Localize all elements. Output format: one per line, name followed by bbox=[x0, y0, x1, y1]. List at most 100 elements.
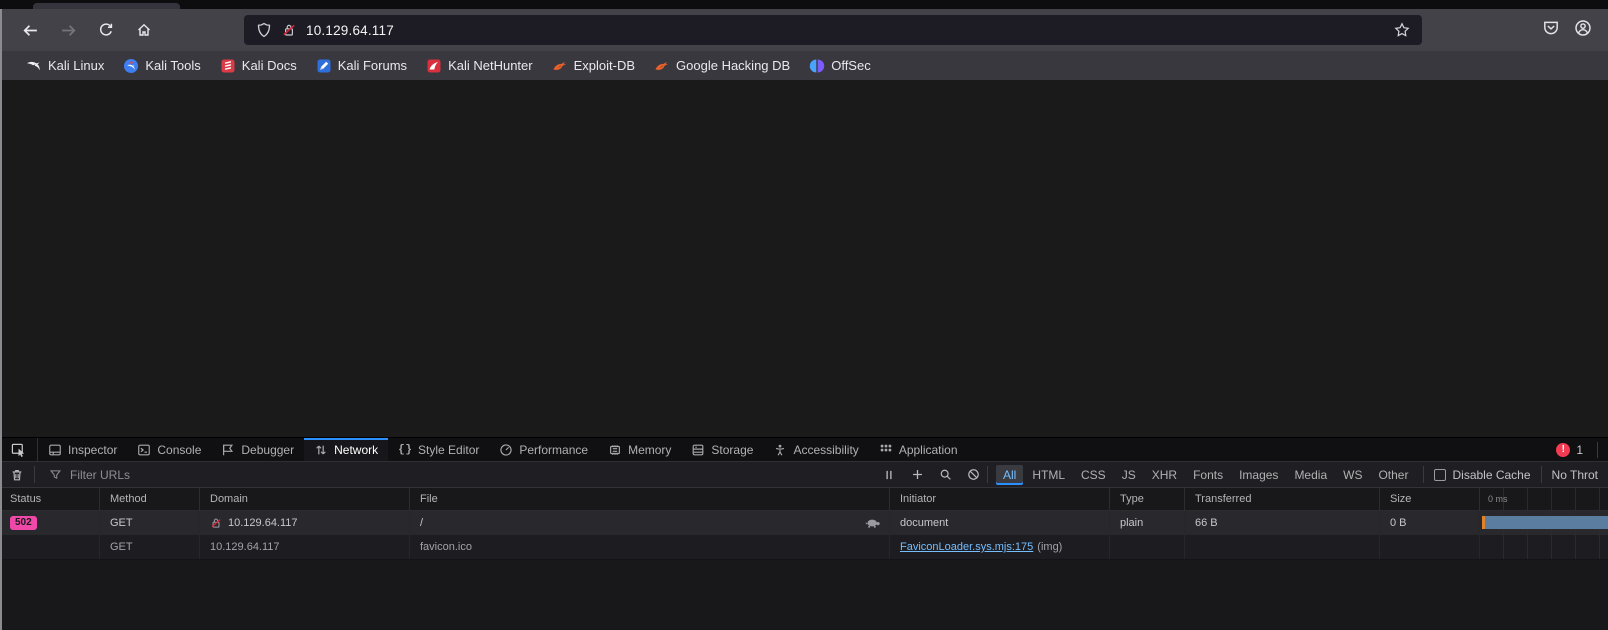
bookmark-label: Exploit-DB bbox=[574, 58, 635, 73]
new-request-button[interactable] bbox=[903, 468, 931, 481]
devtools-tab-inspector[interactable]: Inspector bbox=[38, 438, 127, 461]
tab-strip bbox=[0, 0, 1608, 9]
insecure-lock-icon[interactable] bbox=[281, 22, 297, 38]
bookmark-label: OffSec bbox=[831, 58, 871, 73]
network-action-icons bbox=[875, 468, 987, 481]
column-type[interactable]: Type bbox=[1110, 488, 1185, 510]
cell-transferred: 66 B bbox=[1185, 511, 1380, 535]
filter-fonts[interactable]: Fonts bbox=[1186, 465, 1230, 485]
bookmark-kali-tools[interactable]: Kali Tools bbox=[123, 58, 200, 74]
page-content bbox=[0, 80, 1608, 437]
pause-button[interactable] bbox=[875, 469, 903, 481]
search-icon bbox=[939, 468, 952, 481]
disable-cache-label: Disable Cache bbox=[1452, 468, 1530, 482]
forward-button[interactable] bbox=[52, 15, 84, 45]
devtools-tab-storage[interactable]: Storage bbox=[681, 438, 763, 461]
tab-label: Network bbox=[334, 443, 378, 457]
requests-empty-area bbox=[0, 560, 1608, 630]
filter-other[interactable]: Other bbox=[1371, 465, 1415, 485]
bookmark-label: Kali Linux bbox=[48, 58, 104, 73]
url-bar[interactable]: 10.129.64.117 bbox=[244, 15, 1422, 45]
bookmark-kali-linux[interactable]: Kali Linux bbox=[26, 58, 104, 74]
cell-status: 502 bbox=[0, 511, 100, 535]
devtools-tab-network[interactable]: Network bbox=[304, 438, 388, 461]
back-button[interactable] bbox=[14, 15, 46, 45]
requests-list: Status Method Domain File Initiator Type… bbox=[0, 488, 1608, 559]
error-badge-icon[interactable]: ! bbox=[1556, 443, 1570, 457]
filter-js[interactable]: JS bbox=[1115, 465, 1143, 485]
storage-icon bbox=[691, 443, 705, 457]
clear-requests-button[interactable] bbox=[0, 462, 34, 487]
devtools-tab-accessibility[interactable]: Accessibility bbox=[763, 438, 868, 461]
active-tab[interactable] bbox=[33, 3, 180, 9]
filter-placeholder: Filter URLs bbox=[70, 468, 130, 482]
request-row-1[interactable]: 502 GET 10.129.64.117 / document plain 6… bbox=[0, 511, 1608, 535]
disable-cache-control[interactable]: Disable Cache bbox=[1424, 468, 1540, 482]
filter-css[interactable]: CSS bbox=[1074, 465, 1113, 485]
reload-button[interactable] bbox=[90, 15, 122, 45]
bookmark-kali-docs[interactable]: Kali Docs bbox=[220, 58, 297, 74]
bookmark-offsec[interactable]: OffSec bbox=[809, 58, 871, 74]
block-button[interactable] bbox=[959, 468, 987, 481]
column-initiator[interactable]: Initiator bbox=[890, 488, 1110, 510]
filter-media[interactable]: Media bbox=[1287, 465, 1334, 485]
error-count[interactable]: 1 bbox=[1576, 443, 1583, 457]
pick-element-button[interactable] bbox=[0, 438, 38, 461]
cell-file: / bbox=[410, 511, 890, 535]
tab-label: Memory bbox=[628, 443, 671, 457]
devtools-tab-console[interactable]: Console bbox=[127, 438, 211, 461]
column-transferred[interactable]: Transferred bbox=[1185, 488, 1380, 510]
bookmark-exploit-db[interactable]: Exploit-DB bbox=[552, 58, 635, 74]
request-row-2[interactable]: GET 10.129.64.117 favicon.ico FaviconLoa… bbox=[0, 535, 1608, 559]
back-arrow-icon bbox=[22, 22, 39, 39]
kali-tools-icon bbox=[123, 58, 139, 74]
column-size[interactable]: Size bbox=[1380, 488, 1480, 510]
cell-size: 0 B bbox=[1380, 511, 1480, 535]
filter-ws[interactable]: WS bbox=[1336, 465, 1369, 485]
initiator-link[interactable]: FaviconLoader.sys.mjs:175 bbox=[900, 541, 1033, 553]
disable-cache-checkbox[interactable] bbox=[1434, 469, 1446, 481]
filter-images[interactable]: Images bbox=[1232, 465, 1285, 485]
url-text[interactable]: 10.129.64.117 bbox=[306, 23, 394, 38]
performance-icon bbox=[499, 443, 513, 457]
tab-label: Console bbox=[157, 443, 201, 457]
column-domain[interactable]: Domain bbox=[200, 488, 410, 510]
devtools-tab-memory[interactable]: Memory bbox=[598, 438, 681, 461]
devtools-tab-performance[interactable]: Performance bbox=[489, 438, 598, 461]
devtools-tabbar-right: ! 1 bbox=[1556, 438, 1608, 461]
bookmark-star-icon[interactable] bbox=[1394, 22, 1410, 38]
bookmark-kali-forums[interactable]: Kali Forums bbox=[316, 58, 407, 74]
throttling-dropdown[interactable]: No Throt bbox=[1542, 468, 1608, 482]
pocket-icon[interactable] bbox=[1542, 19, 1560, 42]
home-button[interactable] bbox=[128, 15, 160, 45]
account-icon[interactable] bbox=[1574, 19, 1592, 42]
devtools-tab-style-editor[interactable]: { } Style Editor bbox=[388, 438, 489, 461]
cell-domain: 10.129.64.117 bbox=[200, 511, 410, 535]
pick-element-icon bbox=[11, 442, 26, 457]
network-toolbar: Filter URLs All HTML CSS bbox=[0, 462, 1608, 488]
search-button[interactable] bbox=[931, 468, 959, 481]
column-status[interactable]: Status bbox=[0, 488, 100, 510]
home-icon bbox=[136, 22, 152, 38]
file-text: favicon.ico bbox=[420, 541, 472, 553]
google-hacking-db-icon bbox=[654, 58, 670, 74]
devtools-tab-debugger[interactable]: Debugger bbox=[211, 438, 304, 461]
toolbar-right bbox=[1542, 19, 1598, 42]
column-method[interactable]: Method bbox=[100, 488, 200, 510]
column-waterfall[interactable]: 0 ms bbox=[1480, 488, 1608, 510]
column-file[interactable]: File bbox=[410, 488, 890, 510]
bookmark-google-hacking-db[interactable]: Google Hacking DB bbox=[654, 58, 790, 74]
filter-xhr[interactable]: XHR bbox=[1145, 465, 1184, 485]
filter-html[interactable]: HTML bbox=[1025, 465, 1072, 485]
tracking-shield-icon[interactable] bbox=[256, 22, 272, 38]
kali-linux-icon bbox=[26, 58, 42, 74]
filter-all[interactable]: All bbox=[996, 465, 1023, 485]
bookmark-kali-nethunter[interactable]: Kali NetHunter bbox=[426, 58, 533, 74]
reload-icon bbox=[98, 22, 114, 38]
requests-header-row: Status Method Domain File Initiator Type… bbox=[0, 488, 1608, 511]
cell-method: GET bbox=[100, 511, 200, 535]
filter-urls-input[interactable]: Filter URLs bbox=[35, 468, 875, 482]
cell-size bbox=[1380, 535, 1480, 559]
tab-label: Performance bbox=[519, 443, 588, 457]
devtools-tab-application[interactable]: Application bbox=[869, 438, 968, 461]
